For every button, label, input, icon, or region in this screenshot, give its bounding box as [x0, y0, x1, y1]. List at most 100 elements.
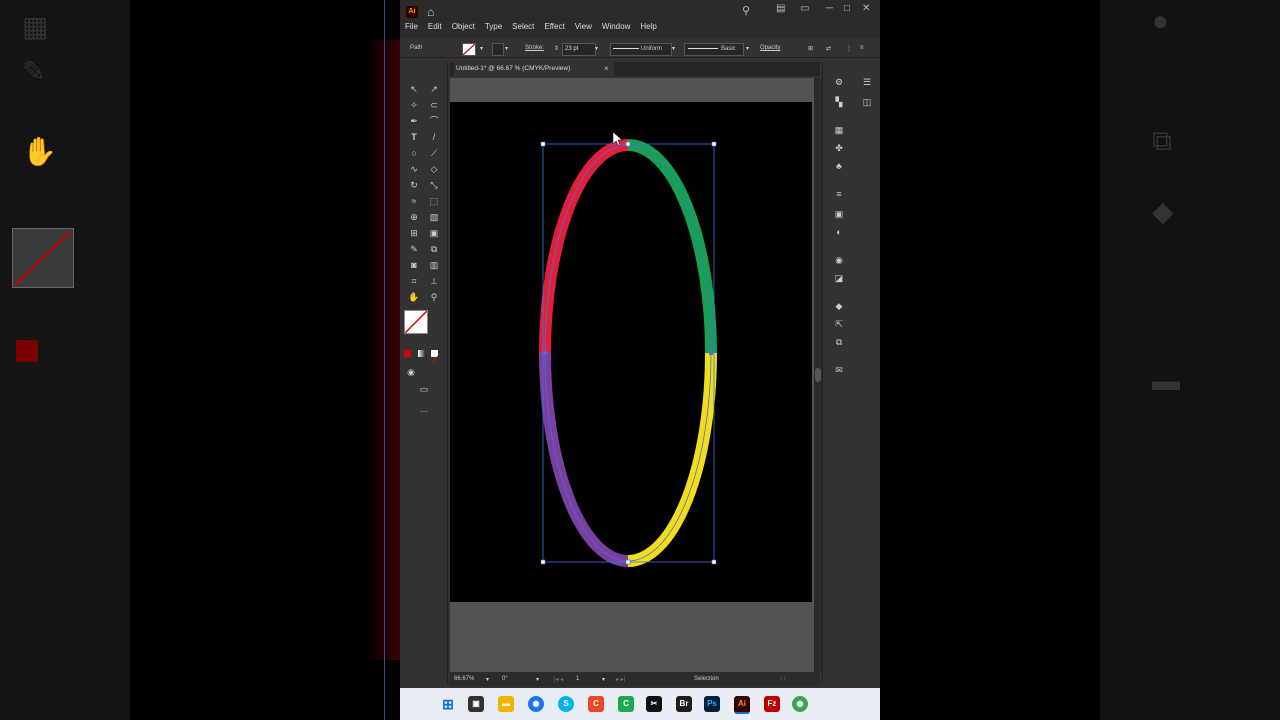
next-artboard-icon[interactable]: ▸ ▸| [616, 676, 625, 683]
artboard-tool-icon[interactable]: ⌗ [407, 274, 421, 288]
shaper-tool-icon[interactable]: ∿ [407, 162, 421, 176]
menu-help[interactable]: Help [640, 22, 656, 31]
menu-icon[interactable]: ⋮ [846, 45, 852, 52]
hand-tool-icon[interactable]: ✋ [407, 290, 421, 304]
capcut-icon[interactable]: ✂ [646, 696, 662, 712]
adjustments-icon[interactable]: ☰ [860, 76, 874, 88]
chevron-down-icon[interactable]: ▾ [595, 45, 598, 52]
width-tool-icon[interactable]: ≈ [407, 194, 421, 208]
align-icon[interactable]: ⊞ [808, 45, 813, 52]
close-tab-icon[interactable]: × [604, 62, 609, 76]
filezilla-icon[interactable]: Fz [764, 696, 780, 712]
free-transform-tool-icon[interactable]: ⬚ [427, 194, 441, 208]
lasso-tool-icon[interactable]: ⊂ [427, 98, 441, 112]
eraser-tool-icon[interactable]: ◇ [427, 162, 441, 176]
menu-file[interactable]: File [405, 22, 418, 31]
artboard[interactable] [450, 102, 812, 602]
blend-tool-icon[interactable]: ⧉ [427, 242, 441, 256]
fill-color-swatch[interactable] [404, 310, 428, 334]
shape-builder-tool-icon[interactable]: ⊕ [407, 210, 421, 224]
windows-start-icon[interactable]: ⊞ [440, 696, 456, 712]
ellipse-segment-purple[interactable] [539, 352, 629, 567]
transparency-icon[interactable]: ◐ [832, 226, 846, 238]
chevron-down-icon[interactable]: ▾ [746, 45, 749, 52]
symbols-icon[interactable]: ♣ [832, 160, 846, 172]
opacity-label[interactable]: Opacity [760, 45, 780, 51]
pen-tool-icon[interactable]: ✒ [407, 114, 421, 128]
previous-artboard-icon[interactable]: |◂ ◂ [554, 676, 563, 683]
chevron-down-icon[interactable]: ▾ [480, 45, 483, 52]
ellipse-segment-yellow[interactable] [627, 352, 717, 567]
zoom-tool-icon[interactable]: ⚲ [427, 290, 441, 304]
handle-top-left[interactable] [540, 141, 546, 147]
minimize-icon[interactable]: ─ [826, 3, 833, 14]
handle-bottom-left[interactable] [540, 559, 546, 565]
bridge-icon[interactable]: Br [676, 696, 692, 712]
variable-width-profile[interactable]: Uniform [610, 43, 672, 56]
menu-edit[interactable]: Edit [428, 22, 442, 31]
scroll-arrows-icon[interactable]: ‹ › [780, 676, 786, 682]
illustrator-icon[interactable]: Ai [734, 696, 750, 714]
transform-icon[interactable]: ⇄ [826, 45, 831, 52]
rotate-tool-icon[interactable]: ↻ [407, 178, 421, 192]
stroke-icon[interactable]: ≡ [832, 188, 846, 200]
menu-effect[interactable]: Effect [544, 22, 564, 31]
search-icon[interactable]: ⚲ [742, 4, 750, 17]
mesh-tool-icon[interactable]: ⊞ [407, 226, 421, 240]
task-view-icon[interactable]: ▣ [468, 696, 484, 712]
brush-definition[interactable]: Basic [684, 43, 744, 56]
rotation-value[interactable]: 0° [502, 676, 508, 682]
properties-icon[interactable]: ⚙ [832, 76, 846, 88]
graph-tool-icon[interactable]: ▥ [427, 258, 441, 272]
ellipse-segment-green[interactable] [627, 139, 717, 354]
ellipse-tool-icon[interactable]: ○ [407, 146, 421, 160]
color-mode-swatch[interactable] [404, 350, 411, 357]
document-tab[interactable]: Untitled-1* @ 66.67 % (CMYK/Preview) × [454, 62, 614, 76]
stroke-swatch[interactable] [492, 43, 504, 56]
camtasia-icon[interactable]: C [618, 696, 634, 712]
paintbrush-tool-icon[interactable]: ⟋ [427, 146, 441, 160]
magic-wand-tool-icon[interactable]: ✧ [407, 98, 421, 112]
swatches-icon[interactable]: ▦ [832, 124, 846, 136]
graphic-styles-icon[interactable]: ◪ [832, 272, 846, 284]
panel-menu-icon[interactable]: ≡ [860, 45, 864, 51]
ellipse-segment-red[interactable] [539, 139, 629, 354]
handle-bottom-center[interactable] [625, 559, 631, 565]
type-tool-icon[interactable]: T [407, 130, 421, 144]
handle-top-right[interactable] [711, 141, 717, 147]
handle-bottom-right[interactable] [711, 559, 717, 565]
draw-mode-icon[interactable]: ◉ [404, 365, 418, 379]
line-tool-icon[interactable]: / [427, 130, 441, 144]
direct-selection-tool-icon[interactable]: ↗ [427, 82, 441, 96]
artboard-number[interactable]: 1 [576, 676, 579, 682]
menu-view[interactable]: View [575, 22, 592, 31]
menu-select[interactable]: Select [512, 22, 534, 31]
layers-icon[interactable]: ◆ [832, 300, 846, 312]
slice-tool-icon[interactable]: ⟂ [427, 274, 441, 288]
fill-swatch[interactable] [462, 43, 476, 56]
screen-mode-icon[interactable]: ▭ [417, 382, 431, 396]
chevron-down-icon[interactable]: ▾ [505, 45, 508, 52]
perspective-grid-tool-icon[interactable]: ▧ [427, 210, 441, 224]
libraries-icon[interactable]: ▚ [832, 96, 846, 108]
comments-icon[interactable]: ✉ [832, 364, 846, 376]
menu-type[interactable]: Type [485, 22, 502, 31]
menu-object[interactable]: Object [452, 22, 475, 31]
selection-tool-icon[interactable]: ↖ [407, 82, 421, 96]
canvas-area[interactable] [450, 78, 818, 672]
gradient-icon[interactable]: ▣ [832, 208, 846, 220]
skype-icon[interactable]: S [558, 696, 574, 712]
chevron-down-icon[interactable]: ▾ [536, 676, 539, 683]
anchor-left[interactable] [543, 351, 547, 355]
gradient-tool-icon[interactable]: ▣ [427, 226, 441, 240]
more-tools-icon[interactable]: ⋯ [417, 404, 431, 418]
workspace-icon[interactable]: ▭ [800, 3, 809, 14]
eyedropper-tool-icon[interactable]: ✎ [407, 242, 421, 256]
chevron-down-icon[interactable]: ▾ [602, 676, 605, 683]
chrome-alt-icon[interactable]: ◉ [792, 696, 808, 712]
stroke-weight-field[interactable]: 23 pt [562, 43, 596, 56]
handle-top-center[interactable] [625, 141, 631, 147]
stroke-label[interactable]: Stroke: [525, 45, 544, 51]
brushes-icon[interactable]: ✤ [832, 142, 846, 154]
artboards-icon[interactable]: ⧉ [832, 336, 846, 348]
